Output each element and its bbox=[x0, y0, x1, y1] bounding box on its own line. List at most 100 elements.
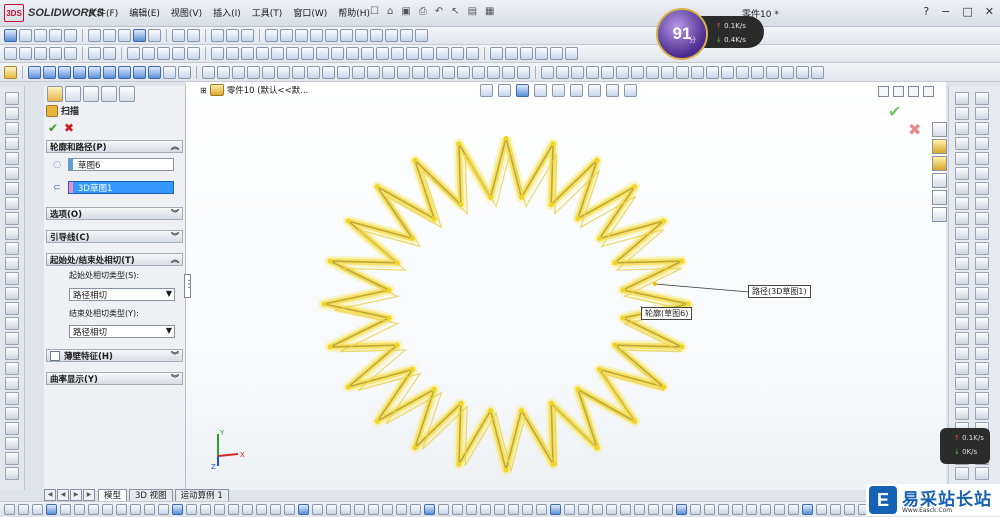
sketch-tool-icon[interactable] bbox=[975, 257, 989, 270]
toolbar-button-icon[interactable] bbox=[19, 47, 32, 60]
bottom-tool-icon[interactable] bbox=[368, 504, 379, 515]
toolbar-button-icon[interactable] bbox=[766, 65, 779, 79]
toolbar-button-icon[interactable] bbox=[556, 65, 569, 79]
toolbar-button-icon[interactable] bbox=[34, 47, 47, 60]
search-icon[interactable] bbox=[932, 173, 947, 188]
bottom-tool-icon[interactable] bbox=[382, 504, 393, 515]
toolbar-button-icon[interactable] bbox=[202, 65, 215, 79]
thin-feature-checkbox[interactable] bbox=[50, 350, 60, 361]
toolbar-button-icon[interactable] bbox=[436, 47, 449, 60]
bottom-tool-icon[interactable] bbox=[662, 504, 673, 515]
toolbar-button-icon[interactable] bbox=[226, 47, 239, 60]
view-tool-icon[interactable] bbox=[570, 84, 583, 97]
sketch-tool-icon[interactable] bbox=[975, 407, 989, 420]
sketch-tool-icon[interactable] bbox=[955, 182, 969, 195]
sketch-tool-icon[interactable] bbox=[5, 167, 19, 180]
toolbar-button-icon[interactable] bbox=[412, 65, 425, 79]
view-tool-icon[interactable] bbox=[480, 84, 493, 97]
toolbar-button-icon[interactable] bbox=[331, 47, 344, 60]
sketch-tool-icon[interactable] bbox=[5, 437, 19, 450]
toolbar-button-icon[interactable] bbox=[4, 29, 17, 42]
bottom-tool-icon[interactable] bbox=[830, 504, 841, 515]
sketch-tool-icon[interactable] bbox=[975, 302, 989, 315]
custom-properties-icon[interactable] bbox=[932, 207, 947, 222]
viewport-restore-icon[interactable] bbox=[878, 86, 889, 97]
sketch-tool-icon[interactable] bbox=[975, 377, 989, 390]
toolbar-button-icon[interactable] bbox=[676, 65, 689, 79]
toolbar-button-icon[interactable] bbox=[217, 65, 230, 79]
bottom-tool-icon[interactable] bbox=[466, 504, 477, 515]
sketch-tool-icon[interactable] bbox=[955, 317, 969, 330]
start-tangency-select[interactable]: 路径相切 ▼ bbox=[69, 288, 175, 301]
sketch-tool-icon[interactable] bbox=[975, 317, 989, 330]
bottom-tool-icon[interactable] bbox=[74, 504, 85, 515]
minimize-icon[interactable]: − bbox=[941, 5, 950, 18]
toolbar-button-icon[interactable] bbox=[19, 29, 32, 42]
toolbar-button-icon[interactable] bbox=[172, 47, 185, 60]
toolbar-button-icon[interactable] bbox=[340, 29, 353, 42]
toolbar-button-icon[interactable] bbox=[247, 65, 260, 79]
toolbar-button-icon[interactable] bbox=[241, 29, 254, 42]
next-tab-icon[interactable]: ▶ bbox=[70, 488, 82, 501]
toolbar-button-icon[interactable] bbox=[751, 65, 764, 79]
sketch-tool-icon[interactable] bbox=[975, 227, 989, 240]
sketch-tool-icon[interactable] bbox=[5, 467, 19, 480]
menu-edit[interactable]: 编辑(E) bbox=[129, 6, 160, 19]
toolbar-button-icon[interactable] bbox=[361, 47, 374, 60]
toolbar-button-icon[interactable] bbox=[307, 65, 320, 79]
viewport-close-icon[interactable] bbox=[923, 86, 934, 97]
menu-tools[interactable]: 工具(T) bbox=[252, 6, 283, 19]
sketch-tool-icon[interactable] bbox=[975, 107, 989, 120]
bottom-tool-icon[interactable] bbox=[410, 504, 421, 515]
options-icon[interactable]: ▦ bbox=[485, 6, 494, 17]
bottom-tool-icon[interactable] bbox=[214, 504, 225, 515]
toolbar-button-icon[interactable] bbox=[292, 65, 305, 79]
toolbar-button-icon[interactable] bbox=[451, 47, 464, 60]
bottom-tool-icon[interactable] bbox=[158, 504, 169, 515]
bottom-tool-icon[interactable] bbox=[676, 504, 687, 515]
toolbar-button-icon[interactable] bbox=[466, 47, 479, 60]
sketch-tool-icon[interactable] bbox=[975, 362, 989, 375]
last-tab-icon[interactable]: ▶ bbox=[83, 488, 95, 501]
toolbar-button-icon[interactable] bbox=[646, 65, 659, 79]
sketch-tool-icon[interactable] bbox=[955, 467, 969, 480]
bottom-tool-icon[interactable] bbox=[816, 504, 827, 515]
bottom-tool-icon[interactable] bbox=[522, 504, 533, 515]
sketch-tool-icon[interactable] bbox=[5, 227, 19, 240]
sketch-tool-icon[interactable] bbox=[5, 392, 19, 405]
toolbar-button-icon[interactable] bbox=[781, 65, 794, 79]
sketch-tool-icon[interactable] bbox=[975, 197, 989, 210]
sketch-tool-icon[interactable] bbox=[5, 347, 19, 360]
bottom-tool-icon[interactable] bbox=[718, 504, 729, 515]
sketch-tool-icon[interactable] bbox=[955, 392, 969, 405]
sketch-tool-icon[interactable] bbox=[975, 242, 989, 255]
sketch-tool-icon[interactable] bbox=[5, 332, 19, 345]
prev-tab-icon[interactable]: ◀ bbox=[57, 488, 69, 501]
toolbar-button-icon[interactable] bbox=[541, 65, 554, 79]
section-options[interactable]: 选项(O) ︾ bbox=[46, 207, 183, 220]
design-library-icon[interactable] bbox=[932, 139, 947, 154]
bottom-tool-icon[interactable] bbox=[606, 504, 617, 515]
toolbar-button-icon[interactable] bbox=[406, 47, 419, 60]
toolbar-button-icon[interactable] bbox=[397, 65, 410, 79]
bottom-tool-icon[interactable] bbox=[326, 504, 337, 515]
toolbar-button-icon[interactable] bbox=[796, 65, 809, 79]
sketch-tool-icon[interactable] bbox=[5, 362, 19, 375]
toolbar-button-icon[interactable] bbox=[421, 47, 434, 60]
sketch-tool-icon[interactable] bbox=[975, 467, 989, 480]
toolbar-button-icon[interactable] bbox=[271, 47, 284, 60]
sketch-tool-icon[interactable] bbox=[975, 272, 989, 285]
end-tangency-select[interactable]: 路径相切 ▼ bbox=[69, 325, 175, 338]
toolbar-button-icon[interactable] bbox=[565, 47, 578, 60]
property-manager-tab-icon[interactable] bbox=[65, 86, 81, 102]
bottom-tool-icon[interactable] bbox=[648, 504, 659, 515]
callout-path[interactable]: 路径(3D草图1) bbox=[748, 285, 811, 298]
toolbar-button-icon[interactable] bbox=[148, 29, 161, 42]
menu-insert[interactable]: 插入(I) bbox=[213, 6, 241, 19]
toolbar-button-icon[interactable] bbox=[520, 47, 533, 60]
bottom-tool-icon[interactable] bbox=[704, 504, 715, 515]
bottom-tool-icon[interactable] bbox=[452, 504, 463, 515]
sketch-tool-icon[interactable] bbox=[975, 287, 989, 300]
toolbar-button-icon[interactable] bbox=[211, 47, 224, 60]
menu-help[interactable]: 帮助(H) bbox=[338, 6, 370, 19]
